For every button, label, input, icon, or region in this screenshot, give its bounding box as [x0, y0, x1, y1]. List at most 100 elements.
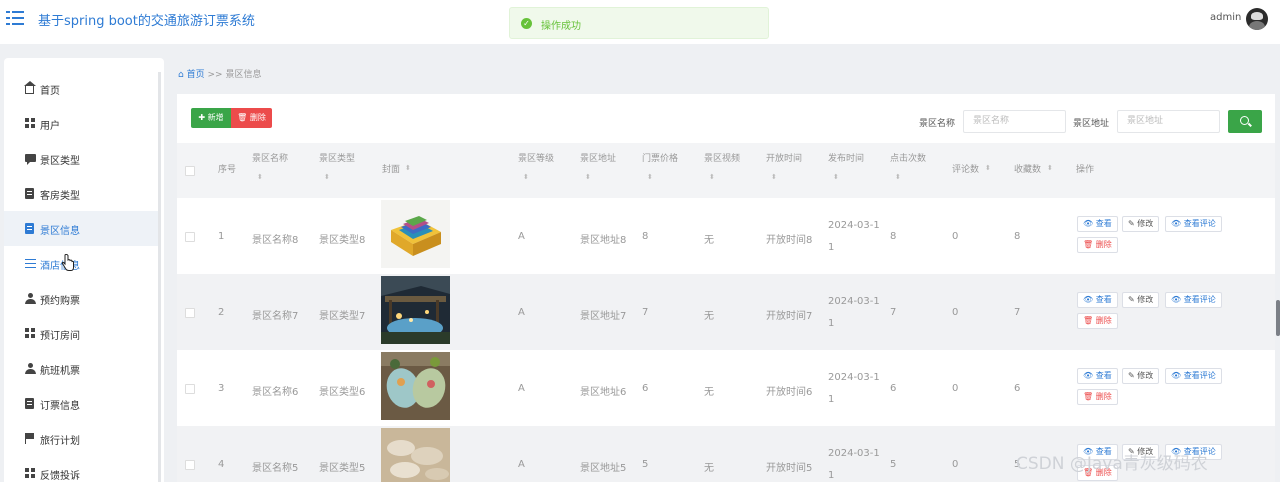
- user-name[interactable]: admin: [1210, 12, 1241, 23]
- open-time: 开放时间6: [766, 387, 813, 398]
- scenic-type: 景区类型6: [319, 387, 366, 398]
- scenic-video: 无: [704, 387, 714, 398]
- publish-time-wrap: 1: [828, 394, 835, 405]
- sidebar-item-users[interactable]: 用户: [4, 106, 159, 141]
- sort-icon[interactable]: ⬍: [585, 173, 591, 181]
- sidebar-item-feedback[interactable]: 反馈投诉: [4, 456, 159, 482]
- view-comments-button[interactable]: 👁 查看评论: [1165, 216, 1222, 232]
- favorite-count: 6: [1014, 383, 1021, 394]
- column-header[interactable]: 门票价格: [642, 152, 678, 166]
- sort-icon[interactable]: ⬍: [985, 164, 991, 172]
- table-row: 1 景区名称8 景区类型8 A 景区地址8 8 无 开放时间8 2024-03-…: [177, 198, 1275, 274]
- row-checkbox[interactable]: [185, 384, 195, 394]
- column-header[interactable]: 评论数: [952, 163, 979, 177]
- column-header[interactable]: 景区地址: [580, 152, 616, 166]
- sidebar-item-travel-plan[interactable]: 旅行计划: [4, 421, 159, 456]
- sidebar-item-flight[interactable]: 航班机票: [4, 351, 159, 386]
- search-name-input[interactable]: 景区名称: [963, 110, 1066, 133]
- column-header[interactable]: 发布时间: [828, 152, 864, 166]
- sidebar-item-label: 景区类型: [40, 156, 80, 167]
- column-header[interactable]: 开放时间: [766, 152, 802, 166]
- search-address-label: 景区地址: [1073, 119, 1110, 129]
- delete-row-button[interactable]: 🗑 删除: [1077, 313, 1118, 329]
- sidebar-item-order-info[interactable]: 订票信息: [4, 386, 159, 421]
- delete-button[interactable]: 🗑 删除: [231, 108, 272, 128]
- menu-toggle-icon[interactable]: [6, 11, 24, 25]
- sort-icon[interactable]: ⬍: [647, 173, 653, 181]
- publish-time-wrap: 1: [828, 470, 835, 481]
- flag-icon: [25, 433, 34, 444]
- search-name-label: 景区名称: [919, 119, 956, 129]
- sort-icon[interactable]: ⬍: [523, 173, 529, 181]
- ticket-price: 7: [642, 307, 649, 318]
- column-header[interactable]: 收藏数: [1014, 163, 1041, 177]
- sidebar-item-home[interactable]: 首页: [4, 71, 159, 106]
- sidebar-item-room-booking[interactable]: 预订房间: [4, 316, 159, 351]
- row-checkbox[interactable]: [185, 232, 195, 242]
- table-row: 3 景区名称6 景区类型6 A 景区地址6 6 无 开放时间6 2024-03-…: [177, 350, 1275, 426]
- sort-icon[interactable]: ⬍: [895, 173, 901, 181]
- sort-icon[interactable]: ⬍: [257, 173, 263, 181]
- page-scrollbar[interactable]: [1276, 300, 1280, 336]
- view-comments-button[interactable]: 👁 查看评论: [1165, 368, 1222, 384]
- breadcrumb-home[interactable]: ⌂ 首页: [178, 70, 205, 80]
- select-all-checkbox[interactable]: [185, 166, 195, 176]
- hand-cursor-icon: [61, 254, 74, 271]
- sort-icon[interactable]: ⬍: [771, 173, 777, 181]
- column-header[interactable]: 景区等级: [518, 152, 554, 166]
- row-checkbox[interactable]: [185, 460, 195, 470]
- publish-time-wrap: 1: [828, 318, 835, 329]
- column-header[interactable]: 封面: [382, 163, 400, 177]
- home-icon: [24, 81, 36, 94]
- edit-button[interactable]: ✎ 修改: [1122, 292, 1160, 308]
- edit-button[interactable]: ✎ 修改: [1122, 368, 1160, 384]
- sidebar-item-ticket-booking[interactable]: 预约购票: [4, 281, 159, 316]
- chat-icon: [25, 154, 36, 165]
- cover-image: [381, 352, 450, 420]
- sidebar-item-label: 首页: [40, 86, 60, 97]
- column-header[interactable]: 点击次数: [890, 152, 926, 166]
- sidebar-item-label: 旅行计划: [40, 436, 80, 447]
- sidebar-item-hotel-info[interactable]: 酒店信息: [4, 246, 159, 281]
- delete-row-button[interactable]: 🗑 删除: [1077, 389, 1118, 405]
- grid-icon: [25, 118, 36, 129]
- scenic-level: A: [518, 383, 525, 394]
- cover-image: [381, 428, 450, 482]
- column-header[interactable]: 景区名称: [252, 152, 288, 166]
- click-count: 5: [890, 459, 897, 470]
- cover-image: [381, 200, 450, 268]
- view-comments-button[interactable]: 👁 查看评论: [1165, 292, 1222, 308]
- sort-icon[interactable]: ⬍: [1047, 164, 1053, 172]
- avatar[interactable]: [1246, 8, 1268, 30]
- column-header[interactable]: 景区视频: [704, 152, 740, 166]
- sidebar-item-label: 航班机票: [40, 366, 80, 377]
- sort-icon[interactable]: ⬍: [405, 164, 411, 172]
- sort-icon[interactable]: ⬍: [709, 173, 715, 181]
- sliders-icon: [25, 258, 36, 269]
- sidebar-item-scenic-type[interactable]: 景区类型: [4, 141, 159, 176]
- scenic-type: 景区类型7: [319, 311, 366, 322]
- sidebar-item-label: 景区信息: [40, 226, 80, 237]
- search-address-input[interactable]: 景区地址: [1117, 110, 1220, 133]
- sort-icon[interactable]: ⬍: [324, 173, 330, 181]
- view-button[interactable]: 👁 查看: [1077, 368, 1118, 384]
- sort-icon[interactable]: ⬍: [833, 173, 839, 181]
- sidebar-item-room-type[interactable]: 客房类型: [4, 176, 159, 211]
- scenic-video: 无: [704, 463, 714, 474]
- scenic-name: 景区名称5: [252, 463, 299, 474]
- view-button[interactable]: 👁 查看: [1077, 216, 1118, 232]
- column-header[interactable]: 景区类型: [319, 152, 355, 166]
- sidebar-item-scenic-info[interactable]: 景区信息: [4, 211, 159, 246]
- scenic-level: A: [518, 459, 525, 470]
- sidebar-scrollbar[interactable]: [158, 72, 161, 482]
- row-index: 3: [218, 383, 225, 394]
- edit-button[interactable]: ✎ 修改: [1122, 216, 1160, 232]
- delete-row-button[interactable]: 🗑 删除: [1077, 237, 1118, 253]
- row-checkbox[interactable]: [185, 308, 195, 318]
- add-button[interactable]: ✚ 新增: [191, 108, 231, 128]
- click-count: 8: [890, 231, 897, 242]
- search-button[interactable]: [1228, 110, 1262, 133]
- user-icon: [25, 293, 36, 304]
- sidebar: 首页 用户 景区类型 客房类型 景区信息 酒店信息 预约购票 预订房间 航班机票…: [4, 58, 164, 482]
- view-button[interactable]: 👁 查看: [1077, 292, 1118, 308]
